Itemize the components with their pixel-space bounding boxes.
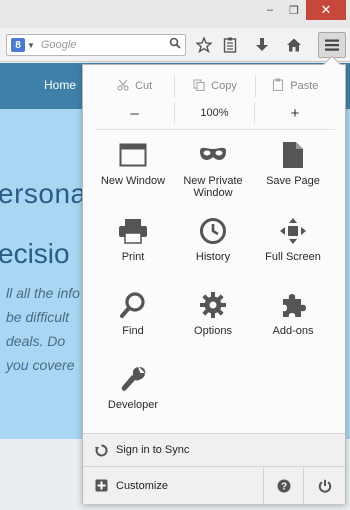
wrench-icon [117,363,149,395]
full-screen-button[interactable]: Full Screen [253,215,333,281]
menu-separator [95,129,335,130]
download-icon[interactable] [252,35,272,55]
power-icon[interactable] [303,467,345,504]
clipboard-icon [272,78,284,94]
hero-text-line2: be difficult [6,309,70,325]
tile-label: History [195,251,231,263]
printer-icon [117,215,149,247]
edit-controls: Cut Copy Paste [95,75,335,97]
search-engine-icon[interactable]: 8 [11,38,25,52]
minimize-button[interactable]: – [258,0,282,20]
hero-heading-line2: ecisio [0,238,70,269]
paste-button[interactable]: Paste [256,75,335,97]
plus-box-icon [95,479,108,492]
nav-home-link[interactable]: Home [44,78,76,92]
tile-label: Developer [107,399,159,411]
find-button[interactable]: Find [93,289,173,355]
save-page-button[interactable]: Save Page [253,139,333,205]
paste-label: Paste [290,80,319,92]
search-box[interactable]: 8 ▼ Google [6,34,186,56]
tile-label: Options [194,325,232,337]
zoom-in-button[interactable]: + [255,102,335,124]
bookmark-star-icon[interactable] [194,35,214,55]
hero-text-line1: ll all the info [6,285,80,301]
restore-button[interactable]: ❐ [282,0,306,20]
add-ons-button[interactable]: Add-ons [253,289,333,355]
scissors-icon [117,79,129,94]
hero-heading-line1: ersona [0,178,87,209]
svg-text:?: ? [280,481,286,492]
close-window-button[interactable]: ✕ [306,0,346,20]
tile-label: Find [122,325,144,337]
tile-label: Add-ons [272,325,314,337]
puzzle-icon [277,289,309,321]
hero-text-line3: deals. Do [6,333,66,349]
app-menu-panel: Cut Copy Paste – 100% + New Window New P… [82,55,346,504]
tile-label: Print [121,251,145,263]
sign-in-sync-button[interactable]: Sign in to Sync [83,434,345,466]
options-button[interactable]: Options [173,289,253,355]
sync-icon [95,443,108,457]
mask-icon [197,139,229,171]
navigation-toolbar: 8 ▼ Google [0,28,350,62]
clock-icon [197,215,229,247]
developer-button[interactable]: Developer [93,363,173,429]
window-titlebar: – ❐ ✕ [0,0,350,28]
reading-list-icon[interactable] [220,35,240,55]
cut-label: Cut [135,80,153,92]
cut-button[interactable]: Cut [95,75,176,97]
customize-label: Customize [116,479,168,492]
copy-button[interactable]: Copy [175,75,256,97]
hero-text-line4: you covere [6,357,75,373]
tile-label: New Private Window [183,175,243,199]
copy-icon [193,78,205,94]
help-icon[interactable]: ? [263,467,303,504]
history-button[interactable]: History [173,215,253,281]
tile-label: New Window [100,175,166,187]
page-icon [277,139,309,171]
zoom-reset-button[interactable]: 100% [175,102,255,124]
customize-row: Customize ? [83,467,345,504]
fullscreen-icon [277,215,309,247]
window-icon [117,139,149,171]
tile-label: Save Page [266,175,320,187]
new-window-button[interactable]: New Window [93,139,173,205]
search-icon[interactable] [169,36,181,54]
gear-icon [197,289,229,321]
zoom-out-button[interactable]: – [95,102,175,124]
home-icon[interactable] [284,35,304,55]
magnifier-icon [117,289,149,321]
copy-label: Copy [211,80,237,92]
print-button[interactable]: Print [93,215,173,281]
tile-label: Full Screen [265,251,321,263]
hamburger-menu-icon[interactable] [318,32,346,58]
new-private-window-button[interactable]: New Private Window [173,139,253,205]
chevron-down-icon[interactable]: ▼ [27,41,35,50]
search-input[interactable]: Google [41,39,169,51]
sync-label: Sign in to Sync [116,444,190,456]
zoom-controls: – 100% + [95,102,335,124]
customize-button[interactable]: Customize [83,467,263,504]
